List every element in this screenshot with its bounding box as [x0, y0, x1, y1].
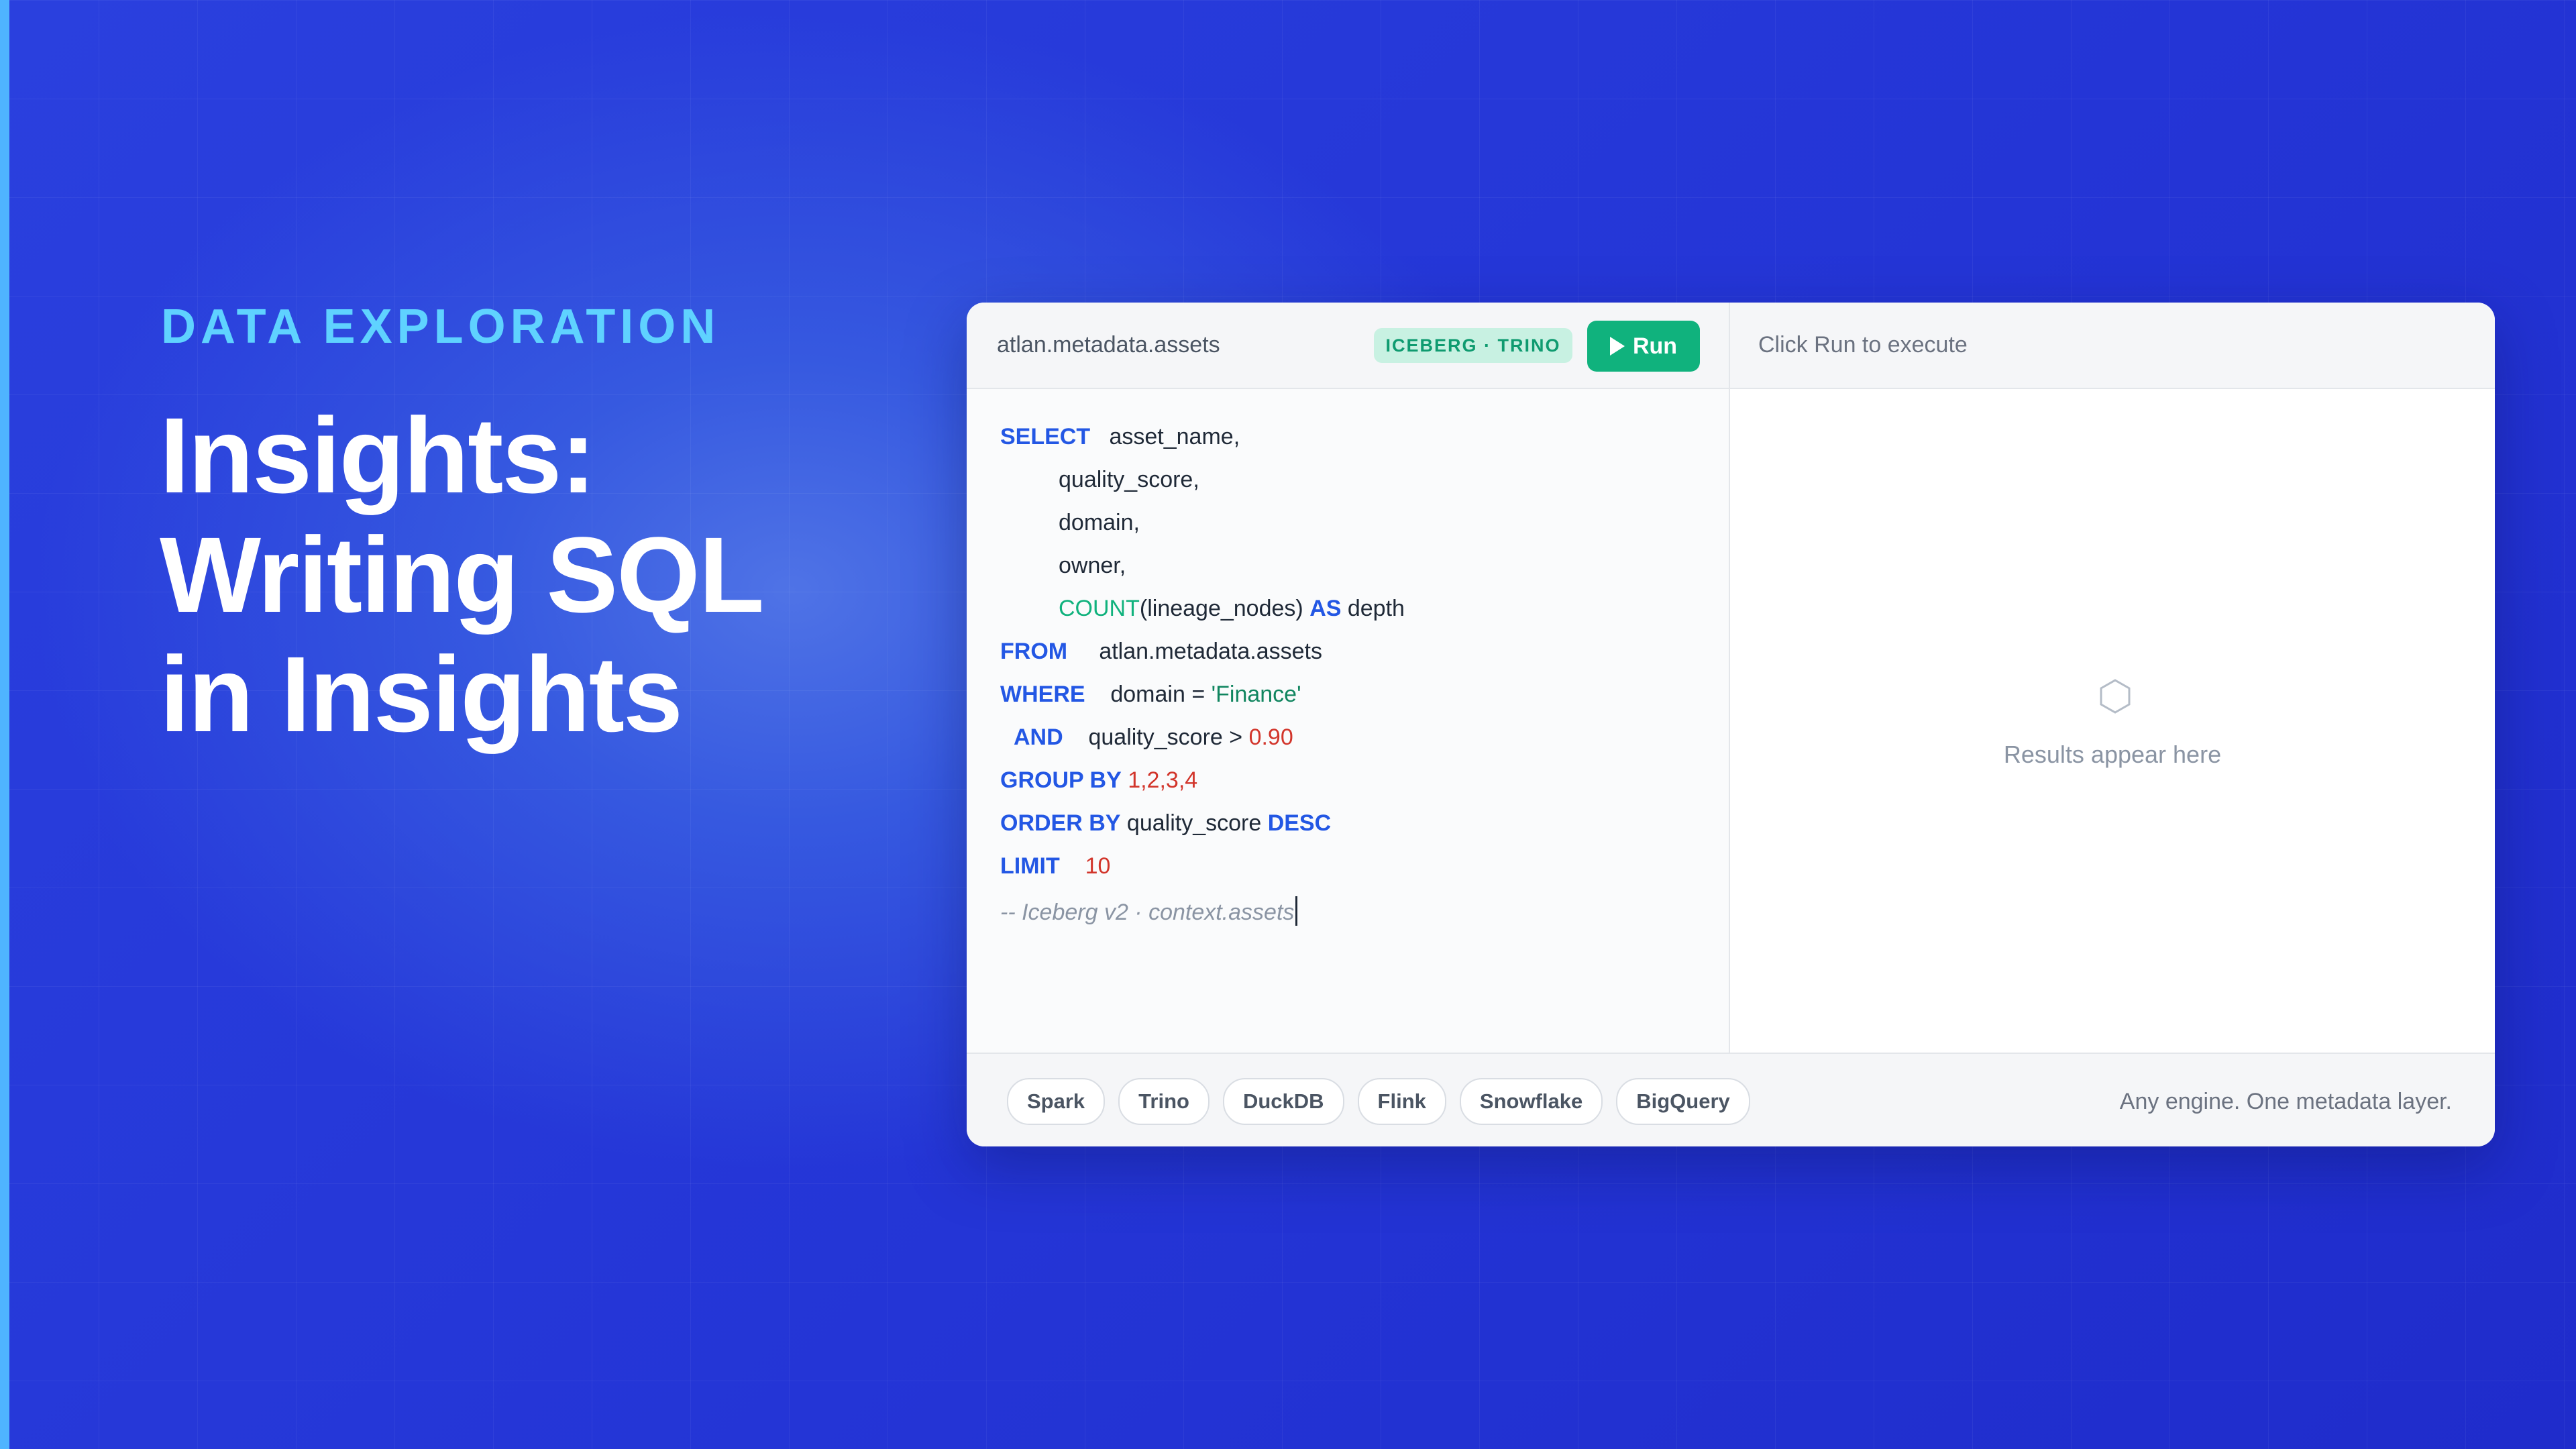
sql-number: 10 [1085, 853, 1111, 879]
headline-line-3: in Insights [160, 634, 683, 754]
engine-footer: Spark Trino DuckDB Flink Snowflake BigQu… [967, 1053, 2495, 1146]
code-line: FROM atlan.metadata.assets [1000, 639, 1322, 665]
code-text: domain, [1059, 510, 1140, 535]
code-line: -- Iceberg v2 · context.assets [1000, 896, 1298, 926]
engine-chips: Spark Trino DuckDB Flink Snowflake BigQu… [1007, 1078, 1750, 1125]
engine-badge: ICEBERG · TRINO [1374, 328, 1572, 363]
sql-keyword: LIMIT [1000, 853, 1060, 879]
eyebrow-label: DATA EXPLORATION [161, 300, 720, 354]
code-line: ORDER BY quality_score DESC [1000, 810, 1331, 837]
headline-line-2: Writing SQL [160, 515, 764, 635]
left-accent-bar [0, 0, 9, 1449]
engine-chip-flink[interactable]: Flink [1357, 1078, 1446, 1125]
sql-string: 'Finance' [1211, 682, 1301, 707]
code-text: quality_score > [1088, 724, 1249, 750]
sql-keyword: AND [1014, 724, 1063, 750]
code-editor[interactable]: SELECT asset_name, quality_score, domain… [967, 389, 1729, 1053]
sql-comment: -- Iceberg v2 · context.assets [1000, 900, 1295, 925]
engine-chip-bigquery[interactable]: BigQuery [1616, 1078, 1750, 1125]
code-line: GROUP BY 1,2,3,4 [1000, 767, 1197, 794]
headline-line-1: Insights: [160, 395, 596, 515]
results-placeholder: Results appear here [2003, 741, 2222, 768]
code-text: (lineage_nodes) [1139, 596, 1310, 621]
run-hint: Click Run to execute [1758, 332, 1968, 358]
code-line: AND quality_score > 0.90 [1014, 724, 1293, 751]
engine-chip-spark[interactable]: Spark [1007, 1078, 1106, 1125]
sql-keyword: DESC [1267, 810, 1332, 836]
code-text: domain = [1110, 682, 1212, 707]
play-icon [1609, 337, 1625, 356]
results-pane: Results appear here [1730, 389, 2495, 1053]
table-path: atlan.metadata.assets [997, 332, 1220, 358]
code-line: domain, [1059, 510, 1140, 536]
sql-number: 1,2,3,4 [1128, 767, 1198, 793]
engine-chip-snowflake[interactable]: Snowflake [1459, 1078, 1603, 1125]
run-button-label: Run [1632, 333, 1678, 359]
sql-function: COUNT [1059, 596, 1140, 621]
engine-chip-trino[interactable]: Trino [1118, 1078, 1210, 1125]
editor-toolbar: atlan.metadata.assets ICEBERG · TRINO Ru… [967, 303, 2495, 389]
sql-editor-panel: atlan.metadata.assets ICEBERG · TRINO Ru… [967, 303, 2495, 1146]
code-text: atlan.metadata.assets [1099, 639, 1322, 664]
sql-keyword: ORDER BY [1000, 810, 1121, 836]
sql-number: 0.90 [1248, 724, 1293, 750]
code-line: owner, [1059, 553, 1126, 579]
code-text: depth [1341, 596, 1405, 621]
engine-chip-duckdb[interactable]: DuckDB [1222, 1078, 1344, 1125]
footer-tagline: Any engine. One metadata layer. [2119, 1089, 2452, 1114]
code-text: owner, [1059, 553, 1126, 578]
code-text: asset_name, [1109, 424, 1240, 449]
sql-keyword: FROM [1000, 639, 1068, 664]
sql-keyword: GROUP BY [1000, 767, 1122, 793]
run-button[interactable]: Run [1587, 321, 1700, 372]
code-text: quality_score [1120, 810, 1268, 836]
sql-keyword: SELECT [1000, 424, 1091, 449]
code-line: COUNT(lineage_nodes) AS depth [1059, 596, 1405, 622]
code-text: quality_score, [1059, 467, 1199, 492]
sql-keyword: AS [1309, 596, 1342, 621]
code-line: LIMIT 10 [1000, 853, 1110, 879]
code-line: SELECT asset_name, [1000, 424, 1240, 450]
text-cursor [1295, 896, 1298, 926]
code-line: quality_score, [1059, 467, 1199, 493]
page-title: Insights: Writing SQL in Insights [160, 396, 965, 754]
code-line: WHERE domain = 'Finance' [1000, 682, 1301, 708]
sql-keyword: WHERE [1000, 682, 1085, 707]
hexagon-icon [2100, 679, 2131, 714]
